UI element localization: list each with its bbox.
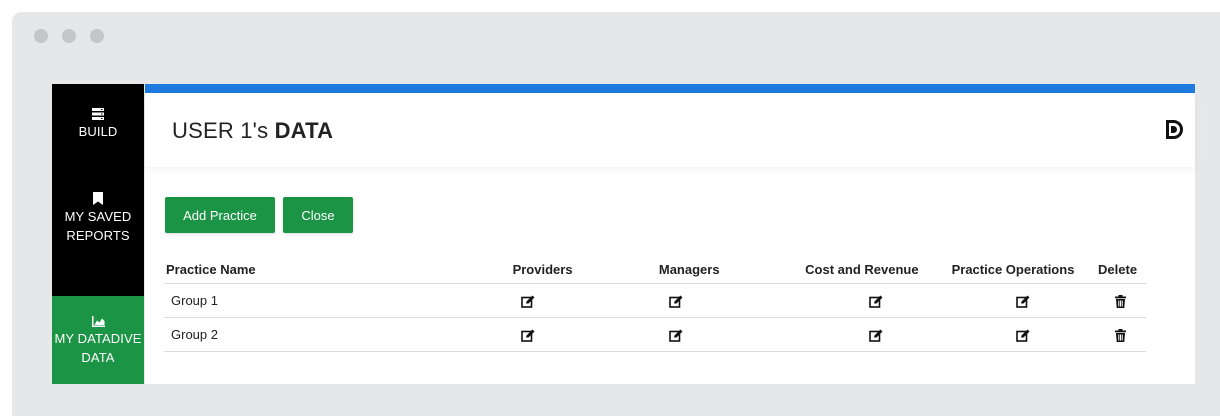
providers-cell: [512, 317, 659, 352]
edit-icon[interactable]: [669, 295, 683, 308]
sidebar-item-build[interactable]: BUILD: [52, 108, 144, 141]
providers-cell: [512, 283, 659, 318]
practice-name-cell: Group 2: [164, 317, 513, 352]
col-practice-name[interactable]: Practice Name: [164, 249, 513, 284]
window-dot-minimize[interactable]: [62, 29, 76, 43]
delete-cell: [1098, 317, 1146, 352]
delete-cell: [1098, 283, 1146, 318]
sidebar: BUILD MY SAVED REPORTS MY DATADIVE DATA: [52, 84, 144, 384]
window-dot-maximize[interactable]: [90, 29, 104, 43]
sidebar-item-datadive-data[interactable]: MY DATADIVE DATA: [52, 296, 144, 384]
edit-icon[interactable]: [520, 329, 535, 342]
edit-icon[interactable]: [520, 295, 535, 308]
sidebar-item-label: BUILD: [78, 124, 118, 139]
sidebar-item-label-line2: DATA: [81, 350, 115, 365]
cost-revenue-cell: [805, 317, 952, 352]
sidebar-item-label: MY SAVED: [64, 209, 132, 224]
col-managers[interactable]: Managers: [658, 249, 806, 284]
managers-cell: [658, 317, 806, 352]
page-title-prefix: USER 1's: [172, 118, 275, 143]
col-providers[interactable]: Providers: [512, 249, 659, 284]
edit-icon[interactable]: [869, 329, 883, 342]
edit-icon[interactable]: [1015, 329, 1030, 342]
trash-icon[interactable]: [1115, 295, 1127, 309]
datadive-logo-icon[interactable]: [1166, 120, 1183, 139]
managers-cell: [658, 283, 806, 318]
edit-icon[interactable]: [669, 329, 683, 342]
server-stack-icon: [92, 108, 104, 120]
area-chart-icon: [91, 316, 105, 327]
page-title-bold: DATA: [274, 118, 334, 143]
main-panel: USER 1's DATA Add Practice Close Practic…: [145, 84, 1195, 384]
table-row: Group 2: [164, 317, 1146, 352]
add-practice-button[interactable]: Add Practice: [165, 197, 275, 233]
practice-operations-cell: [951, 317, 1099, 352]
practice-table: Practice Name Providers Managers Cost an…: [164, 249, 1146, 352]
col-delete[interactable]: Delete: [1098, 249, 1146, 284]
practice-name-cell: Group 1: [164, 283, 513, 318]
page-title: USER 1's DATA: [172, 118, 333, 144]
edit-icon[interactable]: [869, 295, 883, 308]
col-cost-revenue[interactable]: Cost and Revenue: [805, 249, 952, 284]
bookmark-icon: [93, 192, 103, 205]
window-dot-close[interactable]: [34, 29, 48, 43]
cost-revenue-cell: [805, 283, 952, 318]
table-header-row: Practice Name Providers Managers Cost an…: [164, 249, 1146, 284]
sidebar-item-label: MY DATADIVE: [54, 331, 142, 346]
edit-icon[interactable]: [1015, 295, 1030, 308]
close-button[interactable]: Close: [283, 197, 353, 233]
sidebar-item-saved-reports[interactable]: MY SAVED REPORTS: [52, 192, 144, 245]
page-header: USER 1's DATA: [145, 93, 1195, 167]
practice-operations-cell: [951, 283, 1099, 318]
trash-icon[interactable]: [1115, 329, 1127, 343]
col-practice-operations[interactable]: Practice Operations: [951, 249, 1099, 284]
sidebar-item-label-line2: REPORTS: [66, 228, 130, 243]
table-row: Group 1: [164, 283, 1146, 318]
